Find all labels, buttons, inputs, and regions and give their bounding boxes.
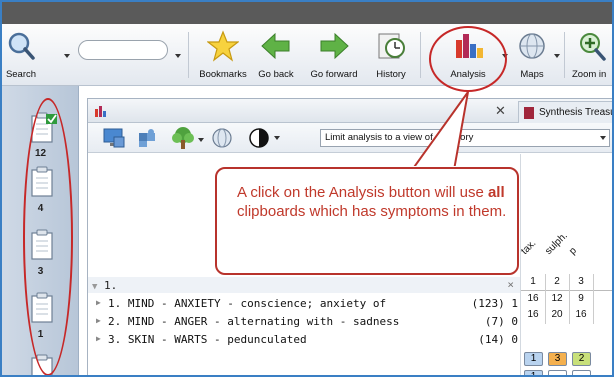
symptom-section-header[interactable]: ▼ 1. × (88, 277, 520, 293)
total-cell: 16 (527, 293, 539, 304)
zoom-in-button[interactable]: Zoom in (568, 28, 612, 82)
grade-cell[interactable]: 2 (572, 352, 591, 366)
section-label: 1. (104, 279, 118, 292)
analysis-highlight-ellipse (429, 26, 507, 92)
grade-cell[interactable] (572, 370, 591, 375)
globe-icon (519, 33, 545, 59)
history-button[interactable]: History (368, 28, 414, 82)
search-input[interactable] (78, 40, 168, 60)
computer-icon[interactable] (102, 127, 126, 149)
tab-synthesis-treasure[interactable]: Synthesis Treasure (518, 101, 612, 123)
go-forward-label: Go forward (310, 69, 358, 80)
contrast-icon[interactable] (248, 127, 270, 149)
symptom-text: 3. SKIN - WARTS - pedunculated (108, 333, 307, 346)
history-clock-icon (378, 33, 405, 59)
toolbar-separator (564, 32, 565, 78)
clipboards-highlight-ellipse (23, 98, 73, 375)
section-close-icon[interactable]: × (507, 278, 514, 291)
total-cell: 9 (578, 293, 584, 304)
bookmarks-button[interactable]: Bookmarks (198, 28, 248, 82)
analysis-tab-icon (95, 106, 106, 117)
symptom-row[interactable]: ▶ 1. MIND - ANXIETY - conscience; anxiet… (88, 295, 520, 313)
star-icon (207, 30, 239, 62)
toolbar-separator (188, 32, 189, 78)
tree-dropdown-arrow[interactable] (198, 138, 204, 142)
total-cell: 16 (575, 309, 587, 320)
total-cell: 20 (551, 309, 563, 320)
grid-divider (545, 274, 546, 324)
search-dropdown-arrow[interactable] (64, 54, 70, 58)
limit-select-dropdown-arrow[interactable] (600, 136, 606, 140)
collapse-triangle-icon[interactable]: ▼ (92, 282, 97, 292)
book-icon (524, 107, 534, 119)
expand-triangle-icon[interactable]: ▶ (96, 334, 101, 343)
maps-button[interactable]: Maps (512, 28, 552, 82)
symptom-text: 1. MIND - ANXIETY - conscience; anxiety … (108, 297, 387, 310)
symptom-text: 2. MIND - ANGER - alternating with - sad… (108, 315, 400, 328)
close-tab-icon[interactable]: ✕ (495, 103, 506, 119)
grade-cell[interactable] (548, 370, 567, 375)
column-number: 3 (578, 276, 584, 287)
callout-text-start: A click on the Analysis button will use (237, 184, 488, 201)
grid-divider (569, 274, 570, 324)
column-number: 1 (530, 276, 536, 287)
title-bar (2, 2, 612, 24)
expand-triangle-icon[interactable]: ▶ (96, 316, 101, 325)
symptom-count: (123) 1 (471, 297, 518, 310)
maps-label: Maps (520, 69, 544, 80)
remedy-header[interactable]: p (567, 245, 579, 257)
go-back-label: Go back (258, 69, 294, 80)
symptom-row[interactable]: ▶ 3. SKIN - WARTS - pedunculated (14) 0 (88, 331, 520, 349)
window-tab-strip: ✕ Synthesis Treasure (88, 99, 612, 123)
symptom-count: (7) 0 (484, 315, 518, 328)
family-tree-icon[interactable] (170, 126, 196, 150)
total-cell: 12 (551, 293, 563, 304)
go-back-button[interactable]: Go back (252, 28, 300, 82)
zoom-in-icon (580, 33, 606, 61)
symptom-count: (14) 0 (478, 333, 518, 346)
grade-cell[interactable]: 1 (524, 370, 543, 375)
globe-icon[interactable] (210, 127, 234, 149)
toolbar-separator (420, 32, 421, 78)
go-forward-button[interactable]: Go forward (304, 28, 364, 82)
grid-divider (593, 274, 594, 324)
magnifier-icon (8, 32, 35, 60)
search-box-dropdown-arrow[interactable] (175, 54, 181, 58)
grade-cell[interactable]: 1 (524, 352, 543, 366)
search-label: Search (5, 69, 37, 80)
total-cell: 16 (527, 309, 539, 320)
screenshot-frame: Search Bookmarks Go back Go forward Hist… (0, 0, 614, 377)
remedy-header[interactable]: tax. (519, 238, 538, 257)
column-number: 2 (554, 276, 560, 287)
callout-text: A click on the Analysis button will use … (237, 183, 507, 221)
callout-box: A click on the Analysis button will use … (215, 167, 519, 275)
puzzle-icon[interactable] (136, 127, 160, 149)
grade-cell[interactable]: 3 (548, 352, 567, 366)
contrast-dropdown-arrow[interactable] (274, 136, 280, 140)
arrow-left-icon (261, 32, 290, 60)
remedy-header[interactable]: sulph. (543, 230, 570, 257)
history-label: History (376, 69, 406, 80)
tab-synthesis-label: Synthesis Treasure (539, 107, 612, 118)
zoom-in-label: Zoom in (572, 69, 607, 80)
callout-text-bold: all (487, 184, 505, 201)
arrow-right-icon (320, 32, 349, 60)
callout-pointer (410, 91, 469, 170)
main-toolbar: Search Bookmarks Go back Go forward Hist… (2, 24, 612, 86)
analysis-result-grid: tax. sulph. p 1 2 3 16 12 9 16 20 16 1 3… (519, 154, 612, 375)
analysis-toolbar: Limit analysis to a view of repertory (88, 123, 612, 153)
maps-dropdown-arrow[interactable] (554, 54, 560, 58)
bookmarks-label: Bookmarks (199, 69, 247, 80)
expand-triangle-icon[interactable]: ▶ (96, 298, 101, 307)
symptom-row[interactable]: ▶ 2. MIND - ANGER - alternating with - s… (88, 313, 520, 331)
callout-text-end: clipboards which has symptoms in them. (237, 203, 507, 220)
search-button[interactable]: Search (4, 28, 38, 82)
